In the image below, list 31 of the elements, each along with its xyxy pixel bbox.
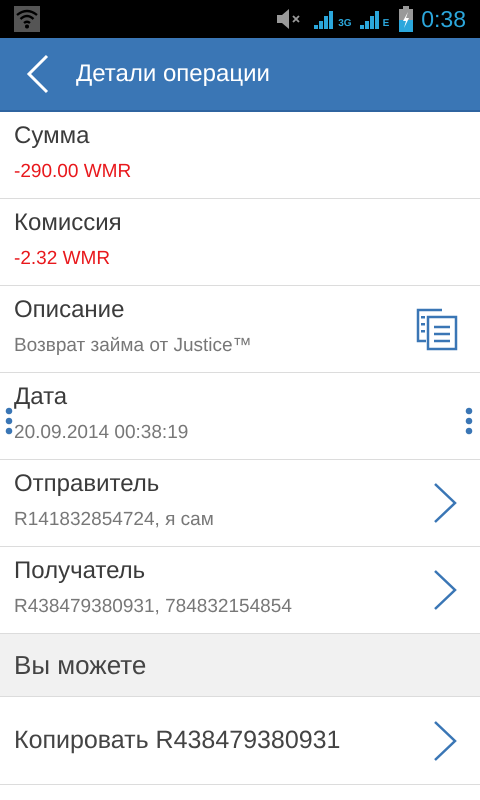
muted-speaker-icon: [276, 9, 302, 29]
back-icon: [26, 54, 50, 94]
field-label: Сумма: [14, 121, 90, 151]
signal-icon: [360, 9, 380, 29]
field-value: R141832854724, я сам: [14, 509, 215, 531]
detail-row[interactable]: Описание Возврат займа от Justice™: [0, 286, 480, 373]
network-type: E: [382, 16, 390, 30]
field-label: Получатель: [14, 556, 146, 586]
detail-row[interactable]: Отправитель R141832854724, я сам: [0, 460, 480, 547]
chevron-right-icon: [432, 482, 458, 524]
field-label: Дата: [14, 382, 68, 412]
action-label: Копировать R438479380931: [14, 724, 342, 756]
screen-title: Детали операции: [76, 59, 270, 89]
copy-icon[interactable]: [416, 307, 458, 351]
chevron-right-icon: [432, 720, 458, 762]
field-value: Возврат займа от Justice™: [14, 335, 253, 357]
field-value: 20.09.2014 00:38:19: [14, 422, 190, 444]
clock: 0:38: [421, 4, 466, 34]
field-label: Описание: [14, 295, 126, 325]
back-button[interactable]: [26, 54, 50, 94]
field-value: -290.00 WMR: [14, 161, 132, 183]
wifi-icon: [14, 6, 40, 32]
action-row[interactable]: Копировать R438479380931: [0, 697, 480, 785]
field-label: Отправитель: [14, 469, 160, 499]
chevron-right-icon: [432, 569, 458, 611]
battery-charging-icon: [399, 6, 414, 32]
field-value: R438479380931, 784832154854: [14, 596, 293, 618]
section-title: Вы можете: [14, 648, 146, 682]
field-label: Комиссия: [14, 208, 123, 238]
network-type: 3G: [338, 16, 352, 30]
field-value: -2.32 WMR: [14, 248, 112, 270]
